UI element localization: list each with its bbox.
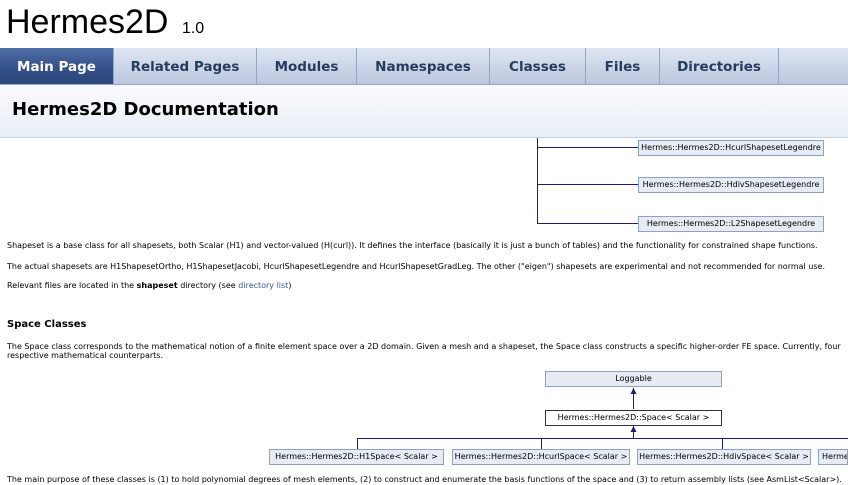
space-classes-heading: Space Classes: [7, 319, 87, 330]
shapeset-dir-name: shapeset: [136, 281, 178, 290]
directory-list-link[interactable]: directory list: [238, 281, 288, 290]
space-paragraph-2: The main purpose of these classes is (1)…: [7, 475, 842, 484]
class-node-hcurlspace[interactable]: Hermes::Hermes2D::HcurlSpace< Scalar >: [452, 449, 630, 465]
class-node-space-current: Hermes::Hermes2D::Space< Scalar >: [545, 410, 722, 426]
class-node-l2space[interactable]: Hermes::Hermes2D::L2Space< Scalar >: [818, 449, 848, 465]
class-node-loggable[interactable]: Loggable: [545, 371, 722, 387]
class-node-hdivspace[interactable]: Hermes::Hermes2D::HdivSpace< Scalar >: [637, 449, 811, 465]
space-paragraph-1-line-2: respective mathematical counterparts.: [7, 351, 164, 360]
shapeset-paragraph-1: Shapeset is a base class for all shapese…: [7, 241, 818, 250]
class-node-hcurlshapesetlegendre[interactable]: Hermes::Hermes2D::HcurlShapesetLegendre: [638, 140, 824, 156]
class-node-hdivshapesetlegendre[interactable]: Hermes::Hermes2D::HdivShapesetLegendre: [638, 177, 824, 193]
shapeset-paragraph-2: The actual shapesets are H1ShapesetOrtho…: [7, 262, 826, 271]
class-node-l2shapesetlegendre[interactable]: Hermes::Hermes2D::L2ShapesetLegendre: [638, 216, 824, 232]
class-node-h1space[interactable]: Hermes::Hermes2D::H1Space< Scalar >: [269, 449, 444, 465]
shapeset-paragraph-3: Relevant files are located in the shapes…: [7, 281, 292, 290]
